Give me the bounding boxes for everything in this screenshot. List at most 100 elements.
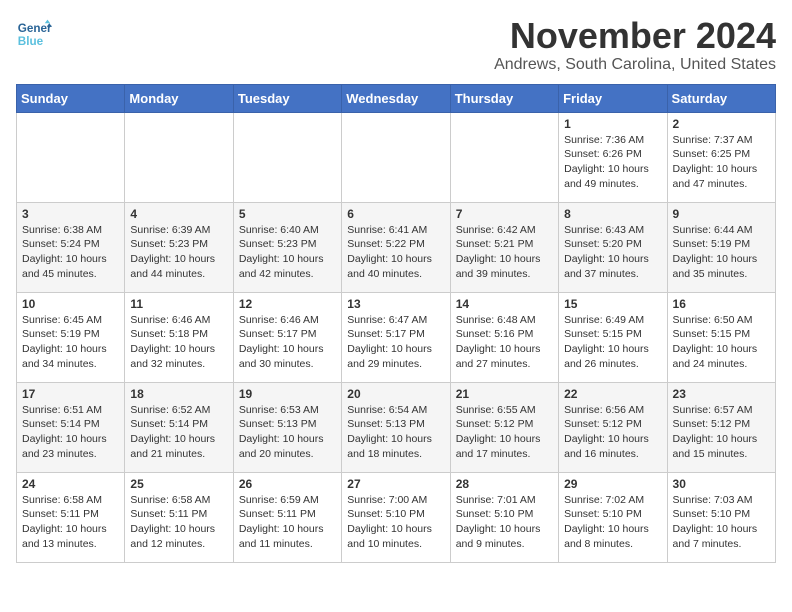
calendar-cell: 3 Sunrise: 6:38 AM Sunset: 5:24 PM Daylig… bbox=[17, 202, 125, 292]
calendar-cell: 16Sunrise: 6:50 AM Sunset: 5:15 PM Dayli… bbox=[667, 292, 775, 382]
day-number: 1 bbox=[564, 117, 661, 131]
day-number: 29 bbox=[564, 477, 661, 491]
week-row-2: 3 Sunrise: 6:38 AM Sunset: 5:24 PM Daylig… bbox=[17, 202, 776, 292]
day-info: Sunrise: 6:50 AM Sunset: 5:15 PM Dayligh… bbox=[673, 313, 770, 372]
calendar-cell: 17 Sunrise: 6:51 AM Sunset: 5:14 PM Dayli… bbox=[17, 382, 125, 472]
calendar-cell: 24Sunrise: 6:58 AM Sunset: 5:11 PM Dayli… bbox=[17, 472, 125, 562]
weekday-header-monday: Monday bbox=[125, 84, 233, 112]
day-number: 17 bbox=[22, 387, 119, 401]
calendar-cell: 1 Sunrise: 7:36 AM Sunset: 6:26 PM Daylig… bbox=[559, 112, 667, 202]
weekday-header-tuesday: Tuesday bbox=[233, 84, 341, 112]
day-number: 26 bbox=[239, 477, 336, 491]
day-info: Sunrise: 6:51 AM Sunset: 5:14 PM Dayligh… bbox=[22, 403, 119, 462]
calendar-cell: 7 Sunrise: 6:42 AM Sunset: 5:21 PM Daylig… bbox=[450, 202, 558, 292]
day-info: Sunrise: 6:59 AM Sunset: 5:11 PM Dayligh… bbox=[239, 493, 336, 552]
calendar-cell: 21Sunrise: 6:55 AM Sunset: 5:12 PM Dayli… bbox=[450, 382, 558, 472]
calendar-cell: 20Sunrise: 6:54 AM Sunset: 5:13 PM Dayli… bbox=[342, 382, 450, 472]
svg-text:Blue: Blue bbox=[18, 35, 44, 48]
day-number: 18 bbox=[130, 387, 227, 401]
day-info: Sunrise: 7:37 AM Sunset: 6:25 PM Dayligh… bbox=[673, 133, 770, 192]
day-number: 22 bbox=[564, 387, 661, 401]
day-info: Sunrise: 6:57 AM Sunset: 5:12 PM Dayligh… bbox=[673, 403, 770, 462]
day-number: 19 bbox=[239, 387, 336, 401]
day-number: 2 bbox=[673, 117, 770, 131]
calendar-cell: 13 Sunrise: 6:47 AM Sunset: 5:17 PM Dayli… bbox=[342, 292, 450, 382]
day-number: 21 bbox=[456, 387, 553, 401]
day-info: Sunrise: 6:38 AM Sunset: 5:24 PM Dayligh… bbox=[22, 223, 119, 282]
weekday-header-sunday: Sunday bbox=[17, 84, 125, 112]
logo: General Blue bbox=[16, 16, 52, 52]
calendar-cell: 2 Sunrise: 7:37 AM Sunset: 6:25 PM Daylig… bbox=[667, 112, 775, 202]
day-info: Sunrise: 6:40 AM Sunset: 5:23 PM Dayligh… bbox=[239, 223, 336, 282]
location-subtitle: Andrews, South Carolina, United States bbox=[494, 56, 776, 74]
day-number: 30 bbox=[673, 477, 770, 491]
calendar-cell bbox=[233, 112, 341, 202]
weekday-header-wednesday: Wednesday bbox=[342, 84, 450, 112]
calendar-cell: 29 Sunrise: 7:02 AM Sunset: 5:10 PM Dayli… bbox=[559, 472, 667, 562]
day-number: 4 bbox=[130, 207, 227, 221]
month-title: November 2024 bbox=[494, 16, 776, 56]
calendar-cell: 23 Sunrise: 6:57 AM Sunset: 5:12 PM Dayli… bbox=[667, 382, 775, 472]
day-number: 10 bbox=[22, 297, 119, 311]
calendar-cell: 25 Sunrise: 6:58 AM Sunset: 5:11 PM Dayli… bbox=[125, 472, 233, 562]
day-info: Sunrise: 6:43 AM Sunset: 5:20 PM Dayligh… bbox=[564, 223, 661, 282]
day-info: Sunrise: 6:42 AM Sunset: 5:21 PM Dayligh… bbox=[456, 223, 553, 282]
day-number: 5 bbox=[239, 207, 336, 221]
day-number: 9 bbox=[673, 207, 770, 221]
day-info: Sunrise: 6:58 AM Sunset: 5:11 PM Dayligh… bbox=[130, 493, 227, 552]
day-number: 24 bbox=[22, 477, 119, 491]
calendar-cell: 28 Sunrise: 7:01 AM Sunset: 5:10 PM Dayli… bbox=[450, 472, 558, 562]
calendar-cell: 5 Sunrise: 6:40 AM Sunset: 5:23 PM Daylig… bbox=[233, 202, 341, 292]
calendar-cell: 9 Sunrise: 6:44 AM Sunset: 5:19 PM Daylig… bbox=[667, 202, 775, 292]
week-row-4: 17 Sunrise: 6:51 AM Sunset: 5:14 PM Dayli… bbox=[17, 382, 776, 472]
day-info: Sunrise: 7:00 AM Sunset: 5:10 PM Dayligh… bbox=[347, 493, 444, 552]
weekday-header-friday: Friday bbox=[559, 84, 667, 112]
day-info: Sunrise: 7:36 AM Sunset: 6:26 PM Dayligh… bbox=[564, 133, 661, 192]
day-info: Sunrise: 7:01 AM Sunset: 5:10 PM Dayligh… bbox=[456, 493, 553, 552]
day-info: Sunrise: 6:46 AM Sunset: 5:17 PM Dayligh… bbox=[239, 313, 336, 372]
week-row-5: 24 Sunrise: 6:58 AM Sunset: 5:11 PM Dayli… bbox=[17, 472, 776, 562]
week-row-1: 1 Sunrise: 7:36 AM Sunset: 6:26 PM Daylig… bbox=[17, 112, 776, 202]
svg-text:General: General bbox=[18, 22, 52, 35]
day-info: Sunrise: 6:47 AM Sunset: 5:17 PM Dayligh… bbox=[347, 313, 444, 372]
calendar-cell bbox=[125, 112, 233, 202]
calendar-cell: 4 Sunrise: 6:39 AM Sunset: 5:23 PM Daylig… bbox=[125, 202, 233, 292]
day-info: Sunrise: 6:41 AM Sunset: 5:22 PM Dayligh… bbox=[347, 223, 444, 282]
week-row-3: 10 Sunrise: 6:45 AM Sunset: 5:19 PM Dayli… bbox=[17, 292, 776, 382]
calendar-cell: 12Sunrise: 6:46 AM Sunset: 5:17 PM Dayli… bbox=[233, 292, 341, 382]
calendar-cell: 27 Sunrise: 7:00 AM Sunset: 5:10 PM Dayli… bbox=[342, 472, 450, 562]
weekday-header-thursday: Thursday bbox=[450, 84, 558, 112]
calendar-cell: 18Sunrise: 6:52 AM Sunset: 5:14 PM Dayli… bbox=[125, 382, 233, 472]
day-number: 7 bbox=[456, 207, 553, 221]
calendar-cell bbox=[342, 112, 450, 202]
day-info: Sunrise: 6:53 AM Sunset: 5:13 PM Dayligh… bbox=[239, 403, 336, 462]
day-number: 13 bbox=[347, 297, 444, 311]
day-number: 23 bbox=[673, 387, 770, 401]
day-info: Sunrise: 6:39 AM Sunset: 5:23 PM Dayligh… bbox=[130, 223, 227, 282]
day-info: Sunrise: 6:44 AM Sunset: 5:19 PM Dayligh… bbox=[673, 223, 770, 282]
calendar-cell bbox=[450, 112, 558, 202]
calendar-cell: 6Sunrise: 6:41 AM Sunset: 5:22 PM Daylig… bbox=[342, 202, 450, 292]
day-info: Sunrise: 6:45 AM Sunset: 5:19 PM Dayligh… bbox=[22, 313, 119, 372]
day-number: 25 bbox=[130, 477, 227, 491]
weekday-header-row: SundayMondayTuesdayWednesdayThursdayFrid… bbox=[17, 84, 776, 112]
day-info: Sunrise: 6:54 AM Sunset: 5:13 PM Dayligh… bbox=[347, 403, 444, 462]
calendar-cell: 8Sunrise: 6:43 AM Sunset: 5:20 PM Daylig… bbox=[559, 202, 667, 292]
title-block: November 2024 Andrews, South Carolina, U… bbox=[494, 16, 776, 74]
day-info: Sunrise: 6:46 AM Sunset: 5:18 PM Dayligh… bbox=[130, 313, 227, 372]
day-number: 3 bbox=[22, 207, 119, 221]
calendar-cell: 10 Sunrise: 6:45 AM Sunset: 5:19 PM Dayli… bbox=[17, 292, 125, 382]
day-number: 27 bbox=[347, 477, 444, 491]
calendar-cell: 26 Sunrise: 6:59 AM Sunset: 5:11 PM Dayli… bbox=[233, 472, 341, 562]
calendar-cell: 11 Sunrise: 6:46 AM Sunset: 5:18 PM Dayli… bbox=[125, 292, 233, 382]
calendar-cell: 22Sunrise: 6:56 AM Sunset: 5:12 PM Dayli… bbox=[559, 382, 667, 472]
calendar-cell: 19 Sunrise: 6:53 AM Sunset: 5:13 PM Dayli… bbox=[233, 382, 341, 472]
logo-icon: General Blue bbox=[16, 16, 52, 52]
calendar-cell bbox=[17, 112, 125, 202]
day-info: Sunrise: 7:02 AM Sunset: 5:10 PM Dayligh… bbox=[564, 493, 661, 552]
weekday-header-saturday: Saturday bbox=[667, 84, 775, 112]
day-number: 28 bbox=[456, 477, 553, 491]
day-info: Sunrise: 6:48 AM Sunset: 5:16 PM Dayligh… bbox=[456, 313, 553, 372]
day-number: 11 bbox=[130, 297, 227, 311]
calendar-table: SundayMondayTuesdayWednesdayThursdayFrid… bbox=[16, 84, 776, 563]
